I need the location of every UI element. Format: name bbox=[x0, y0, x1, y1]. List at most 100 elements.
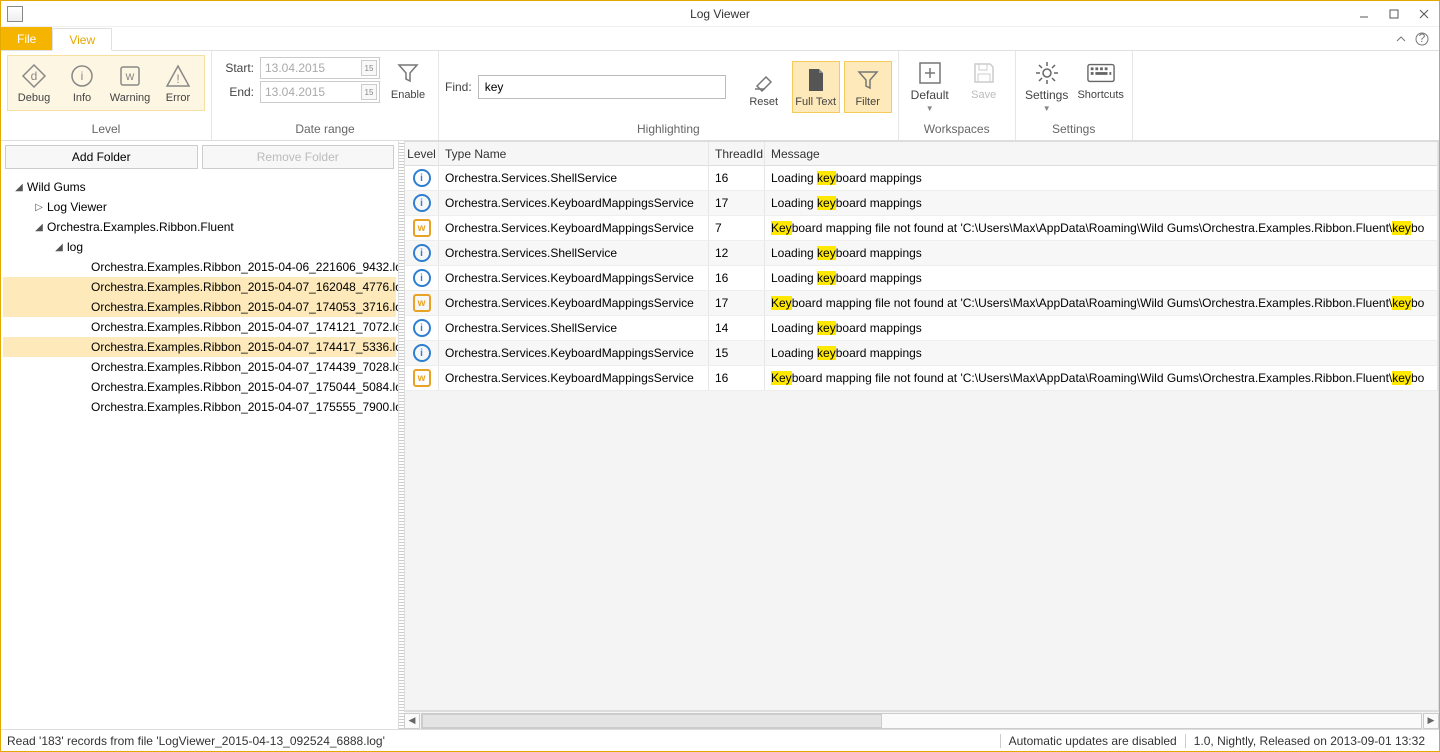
cell-type: Orchestra.Services.KeyboardMappingsServi… bbox=[439, 366, 709, 390]
col-header-type[interactable]: Type Name bbox=[439, 142, 709, 166]
cell-type: Orchestra.Services.ShellService bbox=[439, 241, 709, 265]
app-window: Log Viewer File View ? d Debug bbox=[0, 0, 1440, 752]
settings-button[interactable]: Settings▼ bbox=[1022, 55, 1072, 118]
daterange-enable-button[interactable]: Enable bbox=[384, 55, 432, 105]
svg-text:i: i bbox=[81, 69, 84, 83]
svg-text:!: ! bbox=[176, 72, 179, 86]
start-date-field[interactable]: 13.04.201515 bbox=[260, 57, 380, 79]
tree-node-root[interactable]: ◢Wild Gums bbox=[3, 177, 396, 197]
close-button[interactable] bbox=[1409, 3, 1439, 25]
grid-row[interactable]: iOrchestra.Services.ShellService16Loadin… bbox=[405, 166, 1438, 191]
warning-level-icon: w bbox=[413, 369, 431, 387]
find-input[interactable] bbox=[478, 75, 726, 99]
tree-file-item[interactable]: Orchestra.Examples.Ribbon_2015-04-07_175… bbox=[3, 397, 396, 417]
scroll-left-icon[interactable]: ◀ bbox=[404, 713, 420, 729]
grid-row[interactable]: w Orchestra.Services.KeyboardMappingsServ… bbox=[405, 366, 1438, 391]
info-level-icon: i bbox=[413, 169, 431, 187]
ribbon-group-workspaces: Default▼ Save Workspaces bbox=[899, 51, 1016, 140]
cell-message: Keyboard mapping file not found at 'C:\U… bbox=[765, 366, 1438, 390]
help-icon[interactable]: ? bbox=[1415, 32, 1429, 46]
col-header-message[interactable]: Message bbox=[765, 142, 1438, 166]
cell-message: Loading keyboard mappings bbox=[765, 241, 1438, 265]
cell-threadid: 7 bbox=[709, 216, 765, 240]
cell-threadid: 16 bbox=[709, 266, 765, 290]
app-icon bbox=[7, 6, 23, 22]
cell-type: Orchestra.Services.ShellService bbox=[439, 166, 709, 190]
fulltext-button[interactable]: Full Text bbox=[792, 61, 840, 113]
scroll-thumb[interactable] bbox=[422, 714, 882, 728]
col-header-threadid[interactable]: ThreadId bbox=[709, 142, 765, 166]
workspace-save-button[interactable]: Save bbox=[959, 55, 1009, 105]
add-folder-button[interactable]: Add Folder bbox=[5, 145, 198, 169]
collapse-ribbon-icon[interactable] bbox=[1395, 33, 1407, 45]
tree-node-logviewer[interactable]: ▷Log Viewer bbox=[3, 197, 396, 217]
cell-message: Loading keyboard mappings bbox=[765, 341, 1438, 365]
calendar-icon[interactable]: 15 bbox=[361, 60, 377, 76]
cell-threadid: 16 bbox=[709, 366, 765, 390]
minimize-button[interactable] bbox=[1349, 3, 1379, 25]
grid-row[interactable]: wOrchestra.Services.KeyboardMappingsServ… bbox=[405, 216, 1438, 241]
end-label: End: bbox=[218, 85, 254, 99]
tab-file[interactable]: File bbox=[1, 27, 52, 50]
horizontal-scrollbar[interactable]: ◀ ▶ bbox=[404, 711, 1439, 729]
grid-row[interactable]: w Orchestra.Services.KeyboardMappingsServ… bbox=[405, 291, 1438, 316]
tree-file-item[interactable]: Orchestra.Examples.Ribbon_2015-04-07_175… bbox=[3, 377, 396, 397]
tree-file-item[interactable]: Orchestra.Examples.Ribbon_2015-04-07_174… bbox=[3, 317, 396, 337]
find-label: Find: bbox=[445, 80, 472, 94]
level-warning-button[interactable]: w Warning bbox=[106, 58, 154, 108]
tree-file-item[interactable]: Orchestra.Examples.Ribbon_2015-04-06_221… bbox=[3, 257, 396, 277]
cell-message: Loading keyboard mappings bbox=[765, 316, 1438, 340]
status-version: 1.0, Nightly, Released on 2013-09-01 13:… bbox=[1185, 734, 1433, 748]
level-info-button[interactable]: i Info bbox=[58, 58, 106, 108]
warning-icon: w bbox=[116, 62, 144, 90]
workspace-default-button[interactable]: Default▼ bbox=[905, 55, 955, 118]
cell-type: Orchestra.Services.KeyboardMappingsServi… bbox=[439, 291, 709, 315]
shortcuts-button[interactable]: Shortcuts bbox=[1076, 55, 1126, 105]
calendar-icon[interactable]: 15 bbox=[361, 84, 377, 100]
log-grid[interactable]: Level Type Name ThreadId Message iOrches… bbox=[404, 141, 1439, 711]
warning-level-icon: w bbox=[413, 219, 431, 237]
maximize-button[interactable] bbox=[1379, 3, 1409, 25]
tree-node-log[interactable]: ◢log bbox=[3, 237, 396, 257]
ribbon-group-highlighting: Find: Reset Full Text Filter Highlightin… bbox=[439, 51, 899, 140]
scroll-right-icon[interactable]: ▶ bbox=[1423, 713, 1439, 729]
info-icon: i bbox=[68, 62, 96, 90]
grid-row[interactable]: iOrchestra.Services.KeyboardMappingsServ… bbox=[405, 266, 1438, 291]
grid-row[interactable]: iOrchestra.Services.ShellService12Loadin… bbox=[405, 241, 1438, 266]
grid-row[interactable]: iOrchestra.Services.KeyboardMappingsServ… bbox=[405, 191, 1438, 216]
svg-text:w: w bbox=[125, 69, 135, 83]
workspace-add-icon bbox=[916, 59, 944, 87]
cell-message: Keyboard mapping file not found at 'C:\U… bbox=[765, 216, 1438, 240]
col-header-level[interactable]: Level bbox=[405, 142, 439, 166]
log-grid-wrap: Level Type Name ThreadId Message iOrches… bbox=[404, 141, 1439, 729]
tree-node-orchestra[interactable]: ◢Orchestra.Examples.Ribbon.Fluent bbox=[3, 217, 396, 237]
remove-folder-button[interactable]: Remove Folder bbox=[202, 145, 395, 169]
level-debug-button[interactable]: d Debug bbox=[10, 58, 58, 108]
folder-tree[interactable]: ◢Wild Gums ▷Log Viewer ◢Orchestra.Exampl… bbox=[1, 173, 398, 729]
expand-icon[interactable]: ▷ bbox=[33, 202, 45, 213]
scroll-track[interactable] bbox=[421, 713, 1422, 729]
tree-file-item[interactable]: Orchestra.Examples.Ribbon_2015-04-07_174… bbox=[3, 297, 396, 317]
info-level-icon: i bbox=[413, 319, 431, 337]
tab-view[interactable]: View bbox=[52, 28, 112, 51]
tree-file-item[interactable]: Orchestra.Examples.Ribbon_2015-04-07_174… bbox=[3, 357, 396, 377]
gear-icon bbox=[1033, 59, 1061, 87]
tree-file-item[interactable]: Orchestra.Examples.Ribbon_2015-04-07_174… bbox=[3, 337, 396, 357]
svg-text:?: ? bbox=[1419, 32, 1426, 45]
collapse-icon[interactable]: ◢ bbox=[13, 182, 25, 193]
start-label: Start: bbox=[218, 61, 254, 75]
error-icon: ! bbox=[164, 62, 192, 90]
grid-row[interactable]: iOrchestra.Services.ShellService14Loadin… bbox=[405, 316, 1438, 341]
reset-button[interactable]: Reset bbox=[740, 62, 788, 112]
collapse-icon[interactable]: ◢ bbox=[33, 222, 45, 233]
cell-message: Keyboard mapping file not found at 'C:\U… bbox=[765, 291, 1438, 315]
cell-threadid: 17 bbox=[709, 191, 765, 215]
level-error-button[interactable]: ! Error bbox=[154, 58, 202, 108]
warning-level-icon: w bbox=[413, 294, 431, 312]
collapse-icon[interactable]: ◢ bbox=[53, 242, 65, 253]
cell-threadid: 15 bbox=[709, 341, 765, 365]
filter-button[interactable]: Filter bbox=[844, 61, 892, 113]
grid-row[interactable]: iOrchestra.Services.KeyboardMappingsServ… bbox=[405, 341, 1438, 366]
end-date-field[interactable]: 13.04.201515 bbox=[260, 81, 380, 103]
tree-file-item[interactable]: Orchestra.Examples.Ribbon_2015-04-07_162… bbox=[3, 277, 396, 297]
